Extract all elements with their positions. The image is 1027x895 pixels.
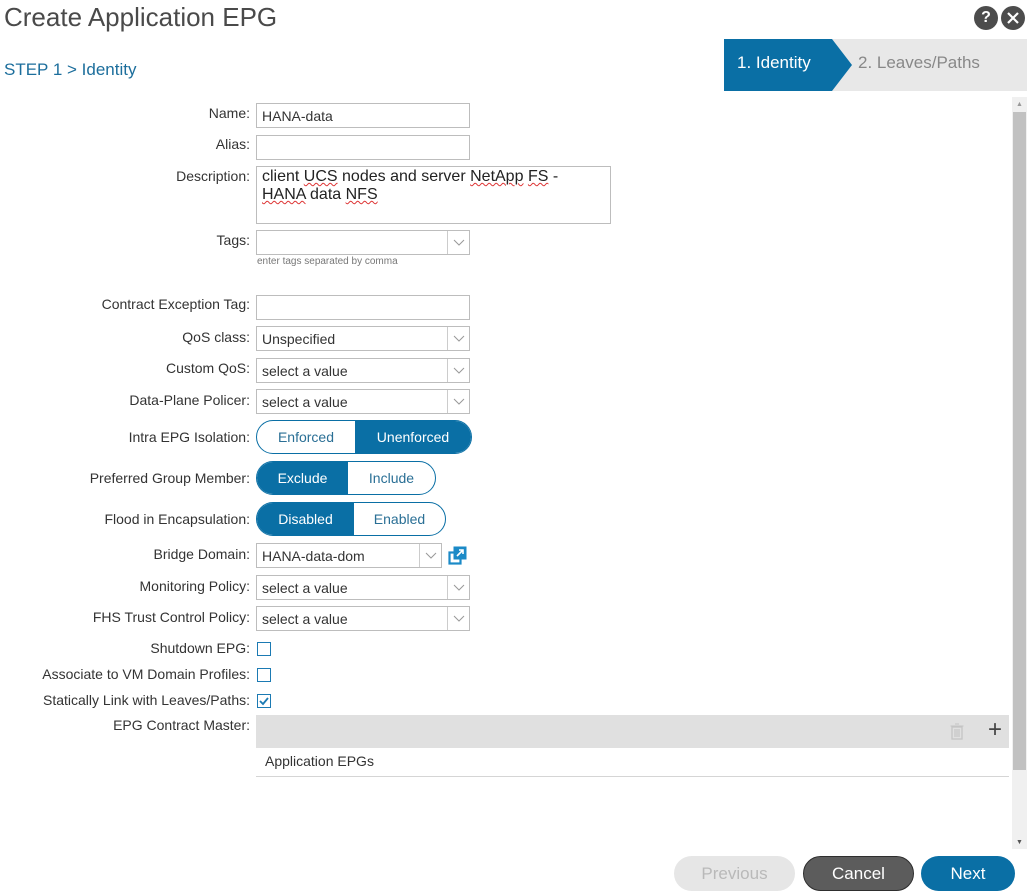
chevron-down-icon[interactable] <box>447 231 469 254</box>
data-plane-policer-value: select a value <box>262 394 348 410</box>
bridge-domain-value: HANA-data-dom <box>262 548 365 564</box>
description-label: Description: <box>176 168 250 184</box>
contract-exception-tag-input[interactable] <box>256 295 470 320</box>
monitoring-policy-value: select a value <box>262 580 348 596</box>
table-header-row: Application EPGs <box>256 748 1009 777</box>
preferred-group-include-option[interactable]: Include <box>348 462 435 494</box>
chevron-down-icon[interactable] <box>447 390 469 413</box>
qos-class-label: QoS class: <box>182 329 250 345</box>
custom-qos-select[interactable]: select a value <box>256 358 470 383</box>
intra-epg-unenforced-option[interactable]: Unenforced <box>355 421 471 453</box>
shutdown-epg-label: Shutdown EPG: <box>150 640 250 656</box>
data-plane-policer-label: Data-Plane Policer: <box>129 392 250 408</box>
static-link-leaves-checkbox[interactable] <box>257 694 271 708</box>
intra-epg-isolation-toggle: Enforced Unenforced <box>256 420 472 454</box>
chevron-down-icon[interactable] <box>447 607 469 630</box>
associate-vm-domain-label: Associate to VM Domain Profiles: <box>42 666 250 682</box>
cancel-button[interactable]: Cancel <box>803 856 914 891</box>
data-plane-policer-select[interactable]: select a value <box>256 389 470 414</box>
bridge-domain-select[interactable]: HANA-data-dom <box>256 543 442 568</box>
associate-vm-domain-checkbox[interactable] <box>257 668 271 682</box>
scroll-up-arrow-icon[interactable]: ▲ <box>1012 97 1027 111</box>
dialog-title: Create Application EPG <box>4 2 278 32</box>
open-external-icon[interactable] <box>448 546 468 566</box>
intra-epg-isolation-label: Intra EPG Isolation: <box>128 429 250 445</box>
wizard-step-leaves-paths[interactable]: 2. Leaves/Paths <box>858 39 980 91</box>
chevron-down-icon[interactable] <box>447 576 469 599</box>
shutdown-epg-checkbox[interactable] <box>257 642 271 656</box>
static-link-leaves-label: Statically Link with Leaves/Paths: <box>43 692 250 708</box>
preferred-group-exclude-option[interactable]: Exclude <box>257 462 348 494</box>
checkmark-icon <box>259 697 269 706</box>
contract-exception-tag-label: Contract Exception Tag: <box>101 296 250 312</box>
step-breadcrumb: STEP 1 > Identity <box>4 60 137 79</box>
description-textarea[interactable]: client UCS nodes and server NetApp FS -H… <box>256 166 611 224</box>
application-epgs-column-header: Application EPGs <box>265 753 374 769</box>
vertical-scrollbar[interactable]: ▲ ▼ <box>1012 97 1027 849</box>
name-label: Name: <box>208 105 250 121</box>
tags-label: Tags: <box>216 232 250 248</box>
epg-contract-master-toolbar: + <box>256 715 1009 748</box>
alias-label: Alias: <box>215 136 250 152</box>
alias-input[interactable] <box>256 135 470 160</box>
bridge-domain-label: Bridge Domain: <box>153 546 251 562</box>
chevron-down-icon[interactable] <box>447 327 469 350</box>
trash-icon[interactable] <box>950 723 964 740</box>
chevron-down-icon[interactable] <box>419 544 441 567</box>
custom-qos-label: Custom QoS: <box>165 360 250 376</box>
tags-hint: enter tags separated by comma <box>257 256 398 267</box>
flood-enabled-option[interactable]: Enabled <box>354 503 445 535</box>
name-input[interactable] <box>256 103 470 128</box>
previous-button[interactable]: Previous <box>674 856 795 891</box>
fhs-trust-control-policy-label: FHS Trust Control Policy: <box>92 609 250 625</box>
fhs-trust-control-policy-select[interactable]: select a value <box>256 606 470 631</box>
fhs-trust-control-policy-value: select a value <box>262 611 348 627</box>
qos-class-select[interactable]: Unspecified <box>256 326 470 351</box>
monitoring-policy-label: Monitoring Policy: <box>139 578 251 594</box>
monitoring-policy-select[interactable]: select a value <box>256 575 470 600</box>
qos-class-value: Unspecified <box>262 331 336 347</box>
preferred-group-member-label: Preferred Group Member: <box>89 470 250 486</box>
plus-icon[interactable]: + <box>988 718 1002 742</box>
flood-disabled-option[interactable]: Disabled <box>257 503 354 535</box>
wizard-steps: 1. Identity 2. Leaves/Paths <box>724 39 1027 91</box>
flood-in-encapsulation-label: Flood in Encapsulation: <box>104 511 250 527</box>
wizard-step-identity[interactable]: 1. Identity <box>724 39 852 91</box>
tags-select[interactable] <box>256 230 470 255</box>
scroll-thumb[interactable] <box>1013 112 1026 770</box>
preferred-group-member-toggle: Exclude Include <box>256 461 436 495</box>
flood-in-encapsulation-toggle: Disabled Enabled <box>256 502 446 536</box>
question-icon[interactable]: ? <box>974 6 998 30</box>
chevron-down-icon[interactable] <box>447 359 469 382</box>
dialog-actions: ? <box>974 6 1025 30</box>
intra-epg-enforced-option[interactable]: Enforced <box>257 421 355 453</box>
custom-qos-value: select a value <box>262 363 348 379</box>
next-button[interactable]: Next <box>921 856 1015 891</box>
close-icon[interactable] <box>1001 6 1025 30</box>
scroll-down-arrow-icon[interactable]: ▼ <box>1012 835 1027 849</box>
epg-contract-master-label: EPG Contract Master: <box>113 717 250 733</box>
